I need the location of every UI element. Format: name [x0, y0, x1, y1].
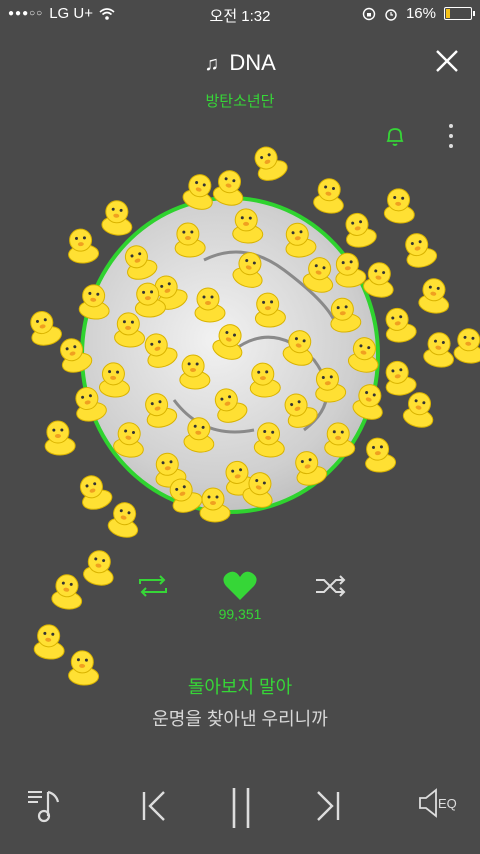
duck-sticker-icon [453, 328, 480, 364]
duck-sticker-icon [33, 624, 65, 660]
duck-sticker-icon [347, 337, 379, 373]
duck-sticker-icon [199, 487, 231, 523]
duck-sticker-icon [385, 307, 417, 343]
duck-sticker-icon [101, 200, 133, 236]
repeat-icon[interactable] [136, 574, 170, 598]
playlist-icon[interactable] [26, 786, 66, 826]
duck-sticker-icon [214, 388, 248, 423]
duck-sticker-icon [212, 324, 243, 360]
duck-sticker-icon [174, 222, 206, 258]
duck-sticker-icon [183, 417, 215, 453]
duck-sticker-icon [405, 233, 438, 268]
duck-sticker-icon [330, 297, 362, 333]
duck-sticker-icon [423, 332, 454, 368]
lyric-current[interactable]: 돌아보지 말아 [0, 673, 480, 699]
duck-sticker-icon [212, 170, 244, 206]
duck-sticker-icon [282, 330, 313, 366]
lyric-next[interactable]: 운명을 찾아낸 우리니까 [0, 705, 480, 731]
duck-sticker-icon [30, 311, 62, 346]
duck-sticker-icon [315, 367, 347, 403]
duck-sticker-icon [352, 384, 383, 420]
duck-sticker-icon [113, 422, 144, 458]
duck-sticker-icon [79, 475, 113, 510]
duck-sticker-icon [144, 333, 178, 368]
duck-sticker-icon [254, 292, 286, 328]
duck-sticker-icon [114, 312, 146, 348]
duck-sticker-icon [365, 437, 397, 473]
next-icon[interactable] [310, 786, 344, 826]
duck-sticker-icon [78, 284, 110, 320]
like-count: 99,351 [218, 606, 262, 622]
eq-label: EQ [438, 795, 457, 811]
duck-sticker-icon [313, 178, 344, 214]
duck-sticker-icon [68, 228, 100, 264]
pause-icon[interactable] [226, 786, 256, 830]
duck-sticker-icon [418, 278, 450, 314]
bottom-player-bar: EQ [0, 780, 480, 840]
duck-sticker-icon [145, 393, 178, 428]
duck-sticker-icon [383, 188, 415, 224]
duck-sticker-icon [194, 287, 226, 323]
duck-sticker-icon [402, 392, 434, 428]
duck-sticker-icon [179, 354, 211, 390]
duck-sticker-icon [363, 262, 394, 298]
duck-sticker-icon [124, 245, 158, 280]
duck-sticker-icon [324, 422, 356, 458]
shuffle-icon[interactable] [314, 574, 348, 598]
duck-sticker-icon [232, 208, 264, 244]
duck-sticker-icon [44, 420, 76, 456]
duck-sticker-icon [335, 252, 367, 288]
duck-sticker-icon [285, 222, 317, 258]
eq-icon [419, 788, 437, 818]
playback-options: 99,351 [0, 568, 480, 628]
duck-sticker-icon [385, 360, 417, 396]
previous-icon[interactable] [138, 786, 172, 826]
duck-sticker-icon [232, 252, 263, 288]
eq-button[interactable]: EQ [416, 786, 457, 820]
duck-sticker-icon [284, 393, 318, 428]
duck-sticker-icon [253, 422, 285, 458]
duck-sticker-icon [254, 146, 288, 181]
duck-sticker-icon [107, 502, 139, 538]
heart-icon[interactable] [222, 570, 258, 602]
duck-sticker-icon [302, 257, 334, 293]
duck-sticker-icon [249, 362, 281, 398]
duck-sticker-icon [345, 212, 377, 248]
duck-sticker-icon [295, 451, 328, 486]
duck-sticker-icon [98, 362, 130, 398]
duck-sticker-icon [60, 338, 93, 373]
